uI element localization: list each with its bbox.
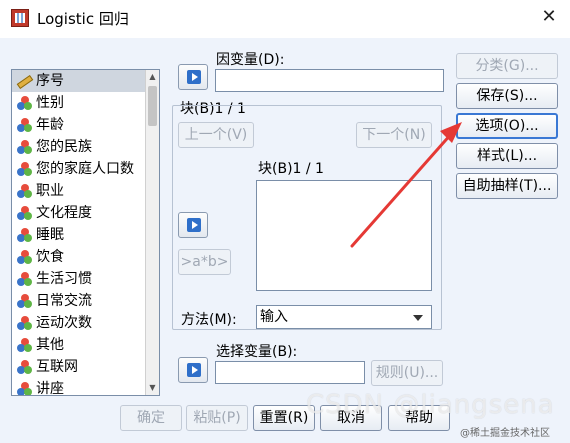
close-button[interactable]: ✕ bbox=[537, 5, 561, 29]
spss-app-icon bbox=[11, 9, 29, 27]
watermark: CSDN @liangsena bbox=[306, 390, 555, 420]
nominal-variable-icon bbox=[17, 360, 32, 374]
variable-label: 职业 bbox=[36, 183, 64, 199]
covariates-box[interactable] bbox=[256, 180, 432, 291]
right-arrow-icon bbox=[187, 218, 201, 232]
nominal-variable-icon bbox=[17, 316, 32, 330]
style-button[interactable]: 样式(L)... bbox=[456, 143, 558, 169]
variable-label: 其他 bbox=[36, 337, 64, 353]
right-arrow-icon bbox=[187, 70, 201, 84]
list-item[interactable]: 日常交流 bbox=[12, 290, 159, 312]
nominal-variable-icon bbox=[17, 140, 32, 154]
prev-block-button[interactable]: 上一个(V) bbox=[178, 122, 254, 148]
dependent-field[interactable] bbox=[215, 69, 444, 92]
bootstrap-button[interactable]: 自助抽样(T)... bbox=[456, 173, 558, 199]
move-to-selection-button[interactable] bbox=[178, 357, 208, 383]
list-item[interactable]: 其他 bbox=[12, 334, 159, 356]
nominal-variable-icon bbox=[17, 206, 32, 220]
method-label: 方法(M): bbox=[181, 312, 237, 328]
variable-label: 您的家庭人口数 bbox=[36, 161, 134, 177]
nominal-variable-icon bbox=[17, 294, 32, 308]
list-item[interactable]: 生活习惯 bbox=[12, 268, 159, 290]
variable-list-scrollbar[interactable]: ▲ ▼ bbox=[145, 70, 159, 395]
save-button[interactable]: 保存(S)... bbox=[456, 83, 558, 109]
nominal-variable-icon bbox=[17, 272, 32, 286]
list-item[interactable]: 职业 bbox=[12, 180, 159, 202]
variable-label: 日常交流 bbox=[36, 293, 92, 309]
scroll-down-icon[interactable]: ▼ bbox=[146, 381, 159, 395]
scroll-up-icon[interactable]: ▲ bbox=[146, 70, 159, 84]
ok-button[interactable]: 确定 bbox=[120, 405, 182, 431]
selection-label: 选择变量(B): bbox=[216, 344, 298, 360]
list-item[interactable]: 您的民族 bbox=[12, 136, 159, 158]
window-title: Logistic 回归 bbox=[37, 10, 129, 28]
variable-label: 文化程度 bbox=[36, 205, 92, 221]
variable-label: 年龄 bbox=[36, 117, 64, 133]
next-block-button[interactable]: 下一个(N) bbox=[356, 122, 432, 148]
nominal-variable-icon bbox=[17, 184, 32, 198]
title-bar: Logistic 回归 ✕ bbox=[0, 0, 570, 38]
variable-label: 序号 bbox=[36, 73, 64, 89]
chevron-down-icon bbox=[413, 315, 423, 321]
list-item[interactable]: 饮食 bbox=[12, 246, 159, 268]
list-item[interactable]: 序号 bbox=[12, 70, 159, 92]
nominal-variable-icon bbox=[17, 118, 32, 132]
list-item[interactable]: 您的家庭人口数 bbox=[12, 158, 159, 180]
nominal-variable-icon bbox=[17, 250, 32, 264]
nominal-variable-icon bbox=[17, 382, 32, 395]
list-item[interactable]: 性别 bbox=[12, 92, 159, 114]
interaction-button[interactable]: >a*b> bbox=[178, 249, 231, 275]
variable-label: 讲座 bbox=[36, 381, 64, 396]
list-item[interactable]: 讲座 bbox=[12, 378, 159, 396]
list-item[interactable]: 睡眠 bbox=[12, 224, 159, 246]
scroll-thumb[interactable] bbox=[148, 86, 157, 126]
move-to-dependent-button[interactable] bbox=[178, 64, 208, 90]
variable-label: 睡眠 bbox=[36, 227, 64, 243]
watermark-small: @稀土掘金技术社区 bbox=[460, 428, 550, 439]
dependent-label: 因变量(D): bbox=[216, 52, 285, 68]
method-select[interactable]: 输入 bbox=[256, 305, 432, 329]
list-item[interactable]: 互联网 bbox=[12, 356, 159, 378]
categorical-button[interactable]: 分类(G)... bbox=[456, 53, 558, 79]
nominal-variable-icon bbox=[17, 162, 32, 176]
pencil-icon bbox=[16, 75, 32, 87]
variable-label: 生活习惯 bbox=[36, 271, 92, 287]
nominal-variable-icon bbox=[17, 96, 32, 110]
variable-label: 互联网 bbox=[36, 359, 78, 375]
method-value: 输入 bbox=[260, 309, 288, 325]
selection-field[interactable] bbox=[215, 361, 365, 384]
list-item[interactable]: 运动次数 bbox=[12, 312, 159, 334]
options-button[interactable]: 选项(O)... bbox=[456, 113, 558, 139]
nominal-variable-icon bbox=[17, 338, 32, 352]
nominal-variable-icon bbox=[17, 228, 32, 242]
list-item[interactable]: 文化程度 bbox=[12, 202, 159, 224]
variable-label: 性别 bbox=[36, 95, 64, 111]
block-inner-label: 块(B)1 / 1 bbox=[258, 161, 324, 177]
variable-label: 运动次数 bbox=[36, 315, 92, 331]
list-item[interactable]: 年龄 bbox=[12, 114, 159, 136]
rule-button[interactable]: 规则(U)... bbox=[371, 360, 443, 386]
right-arrow-icon bbox=[187, 363, 201, 377]
variable-list[interactable]: 序号性别年龄您的民族您的家庭人口数 职业文化程度睡眠饮食生活习惯日常交流运动次数其… bbox=[11, 69, 160, 396]
move-to-block-button[interactable] bbox=[178, 212, 208, 238]
paste-button[interactable]: 粘贴(P) bbox=[186, 405, 248, 431]
variable-label: 您的民族 bbox=[36, 139, 92, 155]
variable-label: 饮食 bbox=[36, 249, 64, 265]
